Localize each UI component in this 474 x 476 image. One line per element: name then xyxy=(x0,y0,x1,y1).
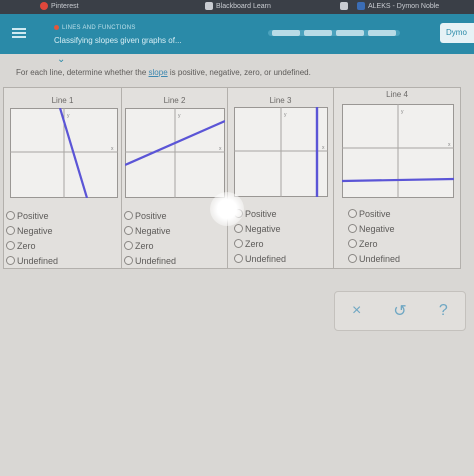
options-line-2: Positive Negative Zero Undefined xyxy=(124,208,176,268)
app-header: LINES AND FUNCTIONS Classifying slopes g… xyxy=(0,14,474,54)
progress-bar xyxy=(268,30,400,36)
option-negative[interactable]: Negative xyxy=(6,223,58,238)
radio-button[interactable] xyxy=(348,254,357,263)
option-label: Positive xyxy=(17,210,49,221)
line-cell-4: Line 4 y x Positive Negative Zero Undefi… xyxy=(334,88,460,268)
undo-button[interactable]: ↺ xyxy=(385,301,415,321)
blackboard-icon xyxy=(205,2,213,10)
tab-label: ALEKS - Dymon Noble xyxy=(368,2,440,10)
option-label: Zero xyxy=(17,240,36,251)
radio-button[interactable] xyxy=(124,226,133,235)
instruction-suffix: is positive, negative, zero, or undefine… xyxy=(167,68,311,77)
tab-pinterest[interactable]: Pinterest xyxy=(40,2,79,10)
action-buttons: × ↺ ? xyxy=(334,291,466,331)
option-undefined[interactable]: Undefined xyxy=(348,251,400,266)
option-label: Positive xyxy=(359,208,391,219)
line-cell-2: Line 2 y x Positive Negative Zero Undefi… xyxy=(122,88,228,268)
option-label: Undefined xyxy=(17,255,59,266)
option-negative[interactable]: Negative xyxy=(348,221,400,236)
line-title: Line 1 xyxy=(51,96,74,105)
radio-button[interactable] xyxy=(6,226,15,235)
lines-grid: Line 1 y x Positive Negative Zero Undefi… xyxy=(3,87,461,269)
help-button[interactable]: ? xyxy=(428,302,458,320)
tab-label: Blackboard Learn xyxy=(216,2,271,10)
lesson-title: Classifying slopes given graphs of... xyxy=(54,36,182,45)
radio-button[interactable] xyxy=(234,254,243,263)
instruction-prefix: For each line, determine whether the xyxy=(16,68,149,77)
line-graph-1: y x xyxy=(10,108,118,198)
pinterest-icon xyxy=(40,2,48,10)
option-label: Zero xyxy=(135,240,154,251)
option-label: Zero xyxy=(359,238,378,249)
topic-text: LINES AND FUNCTIONS xyxy=(62,25,136,32)
browser-tab-strip: Pinterest Blackboard Learn ALEKS - Dymon… xyxy=(0,0,474,14)
screen-glare xyxy=(210,192,244,226)
radio-button[interactable] xyxy=(348,209,357,218)
line-graph-2: y x xyxy=(125,108,225,198)
menu-icon[interactable] xyxy=(12,28,26,38)
topic-dot-icon xyxy=(54,25,59,30)
line-cell-1: Line 1 y x Positive Negative Zero Undefi… xyxy=(4,88,122,268)
option-zero[interactable]: Zero xyxy=(6,238,58,253)
radio-button[interactable] xyxy=(6,256,15,265)
option-undefined[interactable]: Undefined xyxy=(6,253,58,268)
option-negative[interactable]: Negative xyxy=(234,221,286,236)
tab-label: Pinterest xyxy=(51,2,79,10)
option-label: Positive xyxy=(245,208,277,219)
option-positive[interactable]: Positive xyxy=(124,208,176,223)
tab-blackboard[interactable]: Blackboard Learn xyxy=(205,2,271,10)
aleks-icon xyxy=(357,2,365,10)
radio-button[interactable] xyxy=(124,241,133,250)
instruction-text: For each line, determine whether the slo… xyxy=(16,68,311,77)
radio-button[interactable] xyxy=(124,256,133,265)
topic-label: LINES AND FUNCTIONS xyxy=(54,25,136,31)
option-zero[interactable]: Zero xyxy=(234,236,286,251)
chevron-down-icon[interactable]: ⌄ xyxy=(57,55,71,65)
option-label: Undefined xyxy=(135,255,177,266)
radio-button[interactable] xyxy=(234,224,243,233)
tab-aleks[interactable]: ALEKS - Dymon Noble xyxy=(340,2,439,10)
clear-button[interactable]: × xyxy=(342,302,372,320)
option-positive[interactable]: Positive xyxy=(6,208,58,223)
user-menu-button[interactable]: Dymo xyxy=(440,23,474,43)
option-undefined[interactable]: Undefined xyxy=(234,251,286,266)
radio-button[interactable] xyxy=(6,211,15,220)
slope-link[interactable]: slope xyxy=(149,68,168,77)
option-label: Undefined xyxy=(359,253,401,264)
options-line-1: Positive Negative Zero Undefined xyxy=(6,208,58,268)
radio-button[interactable] xyxy=(124,211,133,220)
option-label: Zero xyxy=(245,238,264,249)
bookmark-icon xyxy=(340,2,348,10)
option-zero[interactable]: Zero xyxy=(348,236,400,251)
radio-button[interactable] xyxy=(234,239,243,248)
option-label: Positive xyxy=(135,210,167,221)
options-line-4: Positive Negative Zero Undefined xyxy=(348,206,400,266)
radio-button[interactable] xyxy=(348,224,357,233)
option-label: Negative xyxy=(245,223,281,234)
option-undefined[interactable]: Undefined xyxy=(124,253,176,268)
radio-button[interactable] xyxy=(348,239,357,248)
option-zero[interactable]: Zero xyxy=(124,238,176,253)
line-title: Line 2 xyxy=(163,96,186,105)
option-label: Undefined xyxy=(245,253,287,264)
line-title: Line 4 xyxy=(386,90,408,99)
line-graph-4: y x xyxy=(342,104,454,198)
radio-button[interactable] xyxy=(6,241,15,250)
option-label: Negative xyxy=(359,223,395,234)
line-title: Line 3 xyxy=(269,96,292,105)
option-negative[interactable]: Negative xyxy=(124,223,176,238)
option-label: Negative xyxy=(17,225,53,236)
line-graph-3: y x xyxy=(234,107,328,197)
option-label: Negative xyxy=(135,225,171,236)
option-positive[interactable]: Positive xyxy=(348,206,400,221)
line-cell-3: Line 3 y x Positive Negative Zero Undefi… xyxy=(228,88,334,268)
